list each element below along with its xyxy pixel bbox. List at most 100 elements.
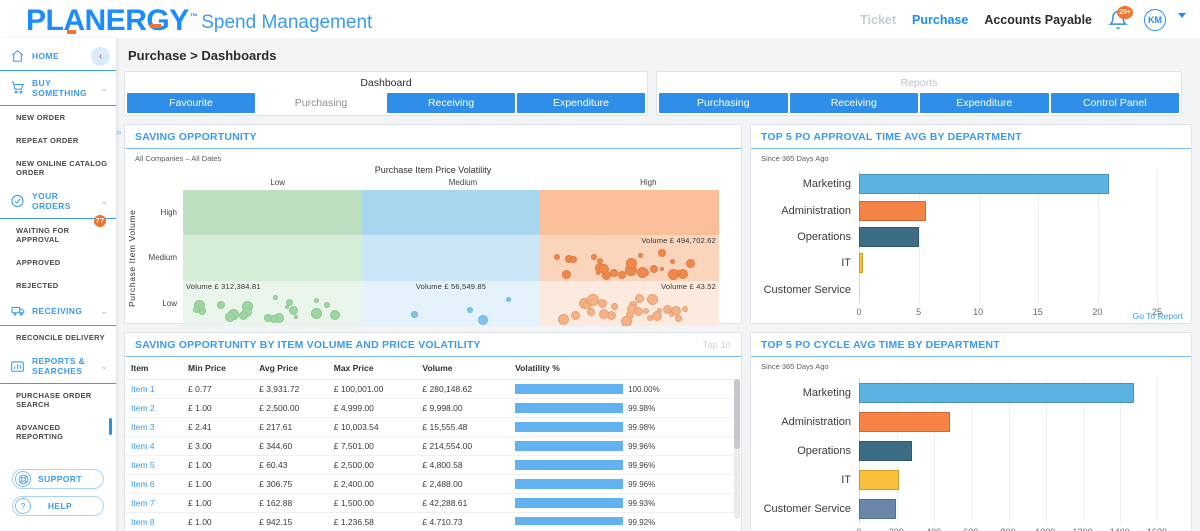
- table-row[interactable]: Item 5 £ 1.00 £ 60.43 £ 2,500.00 £ 4,800.58 9…: [125, 455, 741, 475]
- sidebar-item-buy-something[interactable]: BUY SOMETHING ⌄: [0, 71, 116, 106]
- tab-dashboard-expenditure[interactable]: Expenditure: [517, 93, 645, 113]
- heatmap-cell-medium-medium[interactable]: [361, 235, 541, 281]
- tab-reports-purchasing[interactable]: Purchasing: [659, 93, 788, 113]
- table-cell-item-link[interactable]: Item 3: [131, 422, 155, 432]
- support-button[interactable]: SUPPORT: [12, 469, 104, 489]
- bar-plot: [859, 224, 1157, 250]
- po-cycle-chart[interactable]: Marketing Administration Operations IT Custo…: [751, 373, 1183, 531]
- table-cell: £ 1.00: [182, 474, 254, 494]
- heatmap-cell-low-high[interactable]: [183, 190, 362, 236]
- table-row[interactable]: Item 1 £ 0.77 £ 3,931.72 £ 100,001.00 £ 280,…: [125, 379, 741, 399]
- nav-purchase[interactable]: Purchase: [912, 13, 968, 27]
- chevron-down-icon[interactable]: ⌄: [100, 196, 108, 207]
- sidebar-collapse-button[interactable]: ‹: [91, 47, 110, 66]
- bell-icon[interactable]: 20+: [1108, 6, 1133, 30]
- table-scrollbar[interactable]: [734, 379, 740, 519]
- chevron-down-icon[interactable]: ⌄: [100, 306, 108, 317]
- saving-table-scroll-area[interactable]: Item Min Price Avg Price Max Price Volume Vol…: [125, 357, 741, 525]
- sidebar-label-purchase-order-search: PURCHASE ORDER SEARCH: [16, 391, 92, 409]
- sidebar-item-purchase-order-search[interactable]: PURCHASE ORDER SEARCH: [0, 384, 116, 416]
- heatmap-bubble: [311, 307, 323, 319]
- chevron-down-icon[interactable]: ⌄: [100, 83, 108, 94]
- heatmap-bubble: [216, 300, 225, 309]
- table-row[interactable]: Item 8 £ 1.00 £ 942.15 £ 1,236.58 £ 4,710.73…: [125, 512, 741, 525]
- tab-reports-control-panel[interactable]: Control Panel: [1050, 93, 1179, 113]
- table-cell: £ 3.00: [182, 436, 254, 456]
- bar-row: IT: [751, 250, 1157, 276]
- sidebar-item-reconcile-delivery[interactable]: RECONCILE DELIVERY: [0, 326, 116, 349]
- sidebar-item-rejected[interactable]: REJECTED: [0, 274, 116, 297]
- po-cycle-bar-customer-service[interactable]: [859, 498, 897, 519]
- nav-accounts-payable[interactable]: Accounts Payable: [984, 13, 1092, 27]
- heatmap-cell-medium-low[interactable]: Volume £ 56,549.85: [361, 280, 541, 326]
- po-cycle-bar-operations[interactable]: [859, 440, 913, 461]
- avatar[interactable]: KM: [1144, 9, 1166, 31]
- heatmap-grid[interactable]: Volume £ 494,702.62 Volume £ 312,384.81 Vo…: [183, 190, 720, 326]
- heatmap-cell-low-medium[interactable]: [183, 235, 362, 281]
- sidebar-item-reports-searches[interactable]: REPORTS & SEARCHES ⌄: [0, 349, 116, 384]
- po-approval-bar-operations[interactable]: [859, 226, 919, 247]
- po-cycle-bar-it[interactable]: [859, 469, 900, 490]
- po-approval-bar-it[interactable]: [859, 253, 863, 274]
- heatmap-body: Purchase Item Volume High Medium Low Vol…: [125, 190, 741, 326]
- reports-tab-group-title: Reports: [900, 77, 938, 89]
- table-cell-item-link[interactable]: Item 1: [131, 384, 155, 394]
- sidebar-item-your-orders[interactable]: YOUR ORDERS ⌄: [0, 184, 116, 219]
- tab-reports-receiving[interactable]: Receiving: [789, 93, 918, 113]
- sidebar-item-advanced-reporting[interactable]: ADVANCED REPORTING: [0, 416, 116, 448]
- heatmap-bubble: [553, 254, 560, 261]
- sidebar-item-waiting-for-approval[interactable]: WAITING FOR APPROVAL 77: [0, 215, 116, 251]
- volatility-bar-track: [515, 517, 624, 525]
- po-approval-go-to-report-link[interactable]: Go To Report: [1133, 311, 1183, 321]
- table-cell-item-link[interactable]: Item 5: [131, 460, 155, 470]
- table-cell-item-link[interactable]: Item 6: [131, 479, 155, 489]
- heatmap-cell-high-medium[interactable]: Volume £ 494,702.62: [540, 235, 720, 281]
- tab-reports-expenditure[interactable]: Expenditure: [920, 93, 1049, 113]
- po-cycle-label-marketing: Marketing: [802, 387, 851, 400]
- table-col-avg-price[interactable]: Avg Price: [253, 357, 328, 380]
- tab-dashboard-purchasing[interactable]: Purchasing: [257, 93, 385, 113]
- po-cycle-bar-administration[interactable]: [859, 412, 951, 433]
- heatmap-cell-low-low[interactable]: Volume £ 312,384.81: [183, 280, 362, 326]
- tab-dashboard-receiving[interactable]: Receiving: [387, 93, 515, 113]
- table-row[interactable]: Item 3 £ 2.41 £ 217.61 £ 10,003.54 £ 15,555.…: [125, 417, 741, 437]
- help-button[interactable]: ? HELP: [12, 496, 104, 516]
- chevron-down-icon[interactable]: ⌄: [100, 361, 108, 372]
- table-row[interactable]: Item 2 £ 1.00 £ 2,500.00 £ 4,999.00 £ 9,998.…: [125, 398, 741, 418]
- table-cell-item-link[interactable]: Item 7: [131, 498, 155, 508]
- po-cycle-xtick: 1000: [1035, 527, 1055, 531]
- sidebar-item-repeat-order[interactable]: REPEAT ORDER: [0, 129, 116, 152]
- table-row[interactable]: Item 4 £ 3.00 £ 344.60 £ 7,501.00 £ 214,554.…: [125, 436, 741, 456]
- table-row[interactable]: Item 6 £ 1.00 £ 306.75 £ 2,400.00 £ 2,488.00…: [125, 474, 741, 494]
- sidebar-label-receiving: RECEIVING: [32, 306, 83, 316]
- table-row[interactable]: Item 7 £ 1.00 £ 162.88 £ 1,500.00 £ 42,288.6…: [125, 493, 741, 513]
- tab-dashboard-favourite[interactable]: Favourite: [127, 93, 255, 113]
- bar-row: Operations: [751, 437, 1157, 466]
- table-cell-item-link[interactable]: Item 2: [131, 403, 155, 413]
- po-approval-chart[interactable]: Marketing Administration Operations IT Custo…: [751, 165, 1183, 325]
- sidebar-item-new-online-catalog-order[interactable]: NEW ONLINE CATALOG ORDER: [0, 152, 116, 184]
- bar-row: Marketing: [751, 171, 1157, 197]
- table-col-volume[interactable]: Volume: [416, 357, 506, 380]
- nav-ticket[interactable]: Ticket: [860, 13, 896, 27]
- table-cell-item-link[interactable]: Item 4: [131, 441, 155, 451]
- po-approval-bar-administration[interactable]: [859, 200, 926, 221]
- sidebar-item-approved[interactable]: APPROVED: [0, 251, 116, 274]
- table-cell-item-link[interactable]: Item 8: [131, 517, 155, 525]
- table-col-min-price[interactable]: Min Price: [182, 357, 254, 380]
- sidebar-item-receiving[interactable]: RECEIVING ⌄: [0, 297, 116, 326]
- heatmap-bubble: [668, 307, 673, 312]
- po-cycle-bar-marketing[interactable]: [859, 383, 1134, 404]
- sidebar-item-new-order[interactable]: NEW ORDER: [0, 106, 116, 129]
- table-col-item[interactable]: Item: [125, 357, 183, 380]
- table-col-volatility[interactable]: Volatility %: [505, 357, 741, 380]
- po-cycle-xticks: 0 200 400 600 800 1000 1200 1400 1600: [856, 525, 1167, 531]
- heatmap-cell-high-high[interactable]: [540, 190, 720, 236]
- table-col-max-price[interactable]: Max Price: [327, 357, 417, 380]
- heatmap-cell-medium-high[interactable]: [361, 190, 541, 236]
- brand-logo[interactable]: PLANERGY™ Spend Management: [0, 2, 372, 36]
- chevron-down-icon[interactable]: [1178, 12, 1186, 18]
- expand-right-icon[interactable]: »: [116, 127, 122, 138]
- heatmap-cell-high-low[interactable]: Volume £ 43.52: [540, 280, 720, 326]
- po-approval-bar-marketing[interactable]: [859, 174, 1110, 195]
